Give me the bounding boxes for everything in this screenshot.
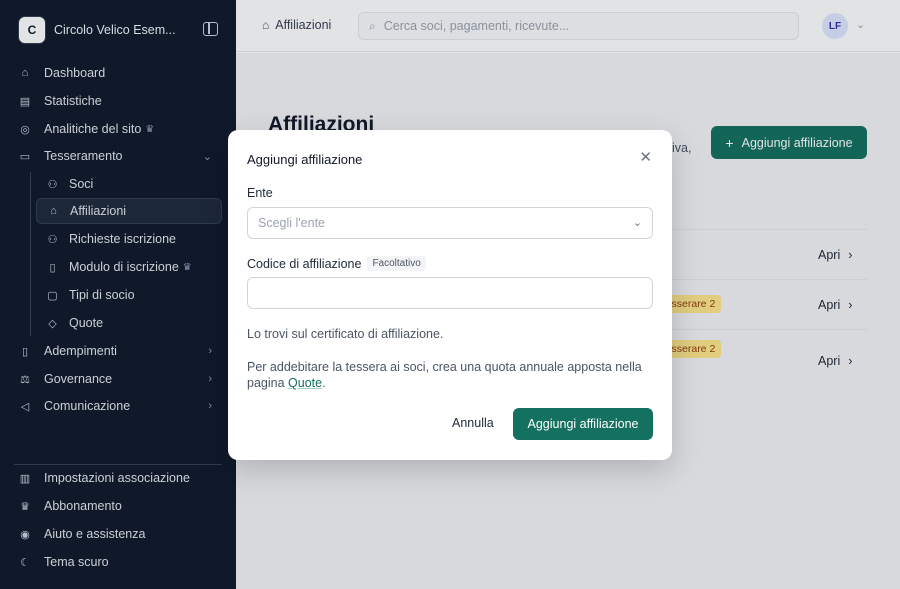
add-affiliation-dialog: Aggiungi affiliazione ✕ Ente Scegli l'en… xyxy=(228,130,672,460)
close-icon[interactable]: ✕ xyxy=(639,148,652,166)
quote-hint-prefix: pagina xyxy=(247,376,289,390)
quote-link[interactable]: Quote xyxy=(288,376,322,390)
code-label: Codice di affiliazione xyxy=(247,256,362,271)
ente-placeholder: Scegli l'ente xyxy=(258,216,326,230)
ente-label: Ente xyxy=(247,186,273,200)
quote-hint-line: Per addebitare la tessera ai soci, crea … xyxy=(247,360,642,374)
chevron-down-icon: ⌄ xyxy=(632,217,642,229)
certificate-hint: Lo trovi sul certificato di affiliazione… xyxy=(247,327,444,341)
dialog-title: Aggiungi affiliazione xyxy=(247,152,363,167)
code-label-group: Codice di affiliazione Facoltativo xyxy=(247,256,426,271)
quote-hint-suffix: . xyxy=(322,376,326,390)
affiliation-code-input[interactable] xyxy=(247,277,653,309)
quote-hint: Per addebitare la tessera ai soci, crea … xyxy=(247,359,642,391)
ente-select[interactable]: Scegli l'ente ⌄ xyxy=(247,207,653,239)
submit-button[interactable]: Aggiungi affiliazione xyxy=(513,408,653,440)
cancel-button[interactable]: Annulla xyxy=(452,416,494,430)
optional-badge: Facoltativo xyxy=(367,256,426,271)
